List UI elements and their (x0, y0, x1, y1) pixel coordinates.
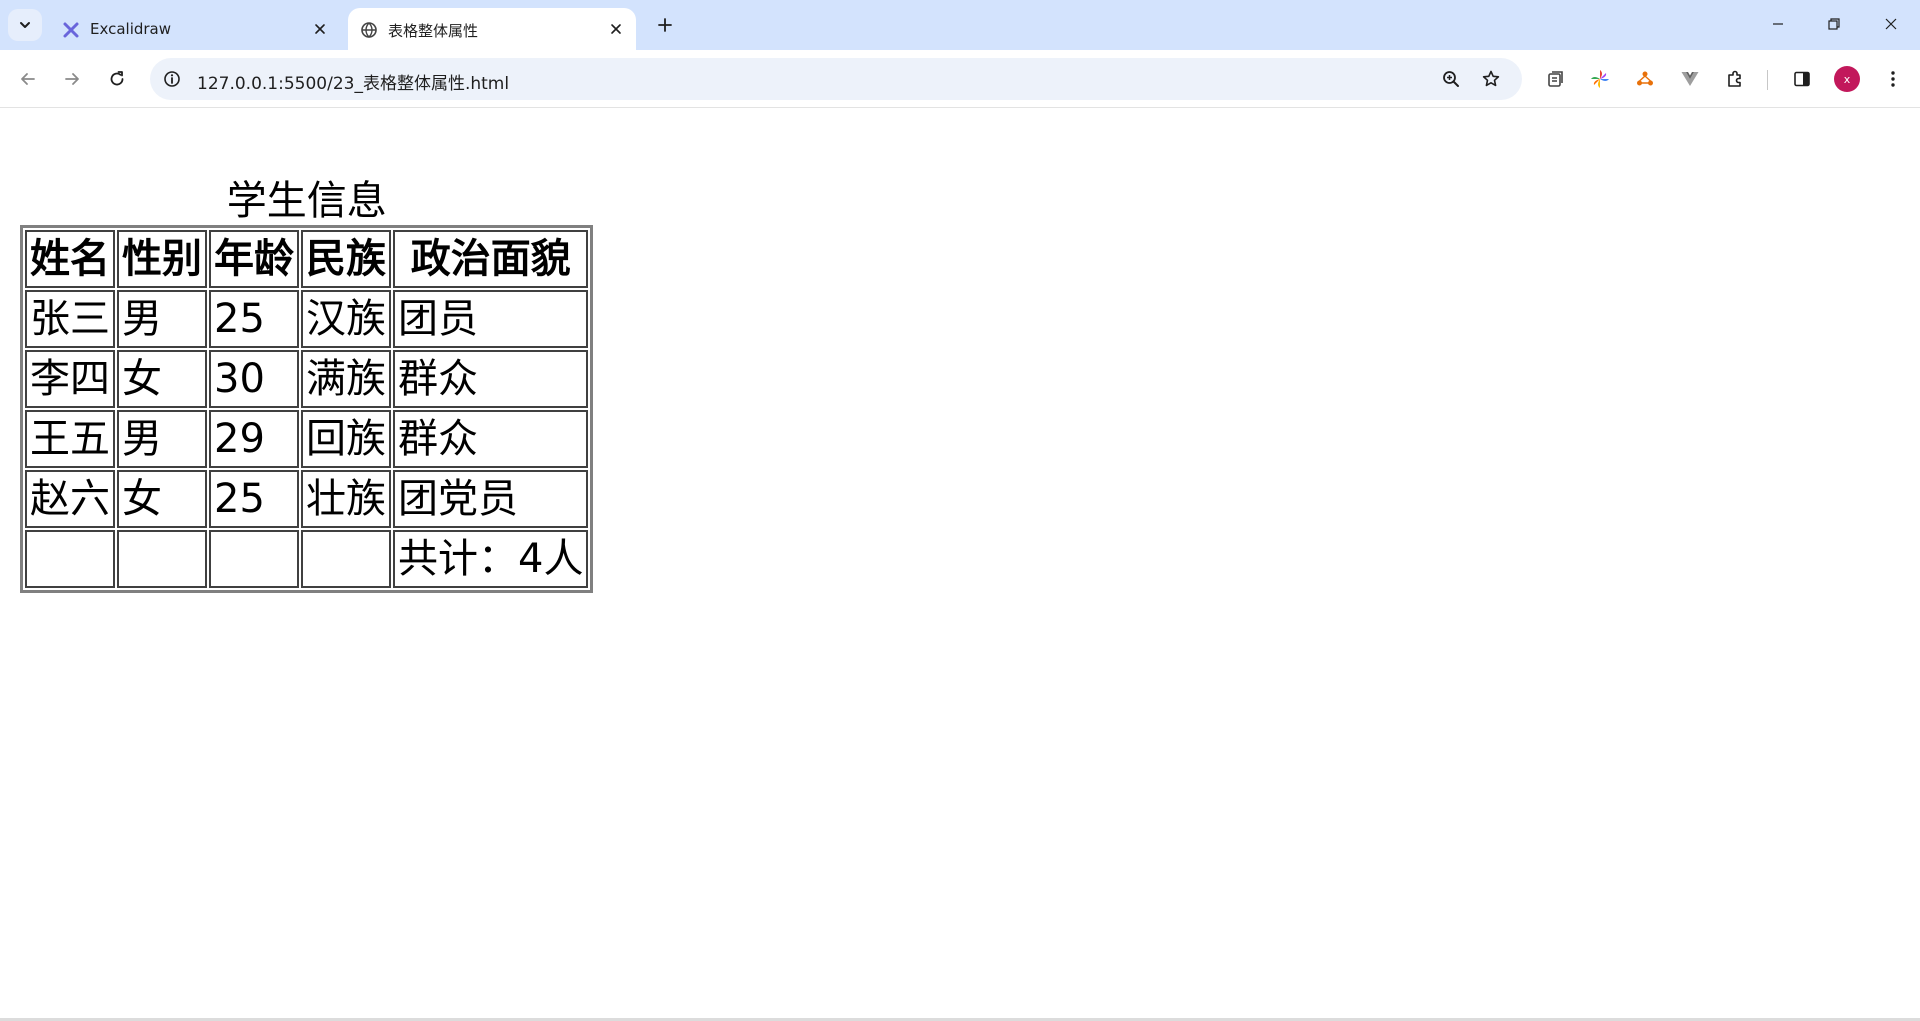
pinwheel-extension-icon[interactable] (1585, 64, 1615, 94)
side-panel-icon[interactable] (1787, 64, 1817, 94)
browser-toolbar: 127.0.0.1:5500/23_表格整体属性.html x (0, 50, 1920, 108)
tab-title: 表格整体属性 (388, 22, 479, 40)
table-cell (25, 530, 115, 588)
student-table: 学生信息 姓名 性别 年龄 民族 政治面貌 张三 男 25 汉族 团员 李四 女… (20, 178, 594, 593)
zoom-icon[interactable] (1440, 68, 1462, 90)
page-content: 学生信息 姓名 性别 年龄 民族 政治面貌 张三 男 25 汉族 团员 李四 女… (0, 109, 1920, 1021)
table-cell (301, 530, 391, 588)
table-cell: 群众 (393, 410, 589, 468)
restore-icon (1828, 18, 1840, 30)
table-row: 张三 男 25 汉族 团员 (25, 290, 589, 348)
table-footer-row: 共计：4人 (25, 530, 589, 588)
header-cell-political-status: 政治面貌 (393, 230, 589, 288)
toolbar-separator (1767, 70, 1768, 90)
table-cell: 男 (117, 290, 207, 348)
tab-strip: Excalidraw 表格整体属性 (0, 0, 1920, 50)
table-cell: 汉族 (301, 290, 391, 348)
tab-excalidraw[interactable]: Excalidraw (50, 8, 340, 50)
excalidraw-icon (62, 21, 80, 39)
tab-table-properties[interactable]: 表格整体属性 (348, 8, 636, 50)
header-cell-gender: 性别 (117, 230, 207, 288)
table-cell: 团党员 (393, 470, 589, 528)
table-cell: 满族 (301, 350, 391, 408)
minimize-button[interactable] (1758, 8, 1798, 40)
globe-icon (360, 21, 378, 39)
close-icon[interactable] (310, 19, 330, 39)
profile-avatar[interactable]: x (1834, 66, 1860, 92)
table-caption: 学生信息 (226, 178, 387, 224)
table-cell: 壮族 (301, 470, 391, 528)
header-cell-age: 年龄 (209, 230, 299, 288)
restore-button[interactable] (1814, 8, 1854, 40)
close-window-button[interactable] (1871, 8, 1911, 40)
new-tab-button[interactable] (652, 12, 678, 38)
puzzle-icon[interactable] (1720, 64, 1750, 94)
back-button[interactable] (13, 64, 43, 94)
table-cell: 团员 (393, 290, 589, 348)
total-count-cell: 共计：4人 (393, 530, 589, 588)
site-info-icon[interactable] (162, 69, 182, 89)
star-icon[interactable] (1480, 68, 1502, 90)
table-cell: 30 (209, 350, 299, 408)
table-cell (209, 530, 299, 588)
header-cell-name: 姓名 (25, 230, 115, 288)
reload-button[interactable] (102, 64, 132, 94)
tab-title: Excalidraw (90, 20, 172, 38)
table-cell: 女 (117, 350, 207, 408)
table-header-row: 姓名 性别 年龄 民族 政治面貌 (25, 230, 589, 288)
arrow-left-icon (21, 73, 35, 85)
url-text[interactable]: 127.0.0.1:5500/23_表格整体属性.html (197, 69, 509, 94)
table-row: 王五 男 29 回族 群众 (25, 410, 589, 468)
tab-search-button[interactable] (8, 9, 42, 41)
close-icon (1885, 18, 1897, 30)
table-cell: 王五 (25, 410, 115, 468)
table-row: 赵六 女 25 壮族 团党员 (25, 470, 589, 528)
reload-icon (110, 71, 124, 86)
arrow-right-icon (65, 73, 79, 85)
close-icon[interactable] (606, 19, 626, 39)
forward-button[interactable] (57, 64, 87, 94)
table-cell: 男 (117, 410, 207, 468)
vue-devtools-icon[interactable] (1675, 64, 1705, 94)
table-row: 李四 女 30 满族 群众 (25, 350, 589, 408)
table-cell: 女 (117, 470, 207, 528)
table-cell: 李四 (25, 350, 115, 408)
table-cell: 25 (209, 290, 299, 348)
table-cell: 群众 (393, 350, 589, 408)
table-cell: 29 (209, 410, 299, 468)
header-cell-ethnicity: 民族 (301, 230, 391, 288)
menu-icon[interactable] (1878, 64, 1908, 94)
table-cell: 25 (209, 470, 299, 528)
tab-groups-icon[interactable] (1541, 64, 1571, 94)
table-cell: 张三 (25, 290, 115, 348)
minimize-icon (1773, 23, 1783, 25)
address-bar[interactable]: 127.0.0.1:5500/23_表格整体属性.html (150, 58, 1522, 100)
plus-icon (658, 18, 672, 32)
table-cell (117, 530, 207, 588)
chevron-down-icon (20, 22, 30, 28)
table-cell: 赵六 (25, 470, 115, 528)
table-cell: 回族 (301, 410, 391, 468)
network-extension-icon[interactable] (1630, 64, 1660, 94)
